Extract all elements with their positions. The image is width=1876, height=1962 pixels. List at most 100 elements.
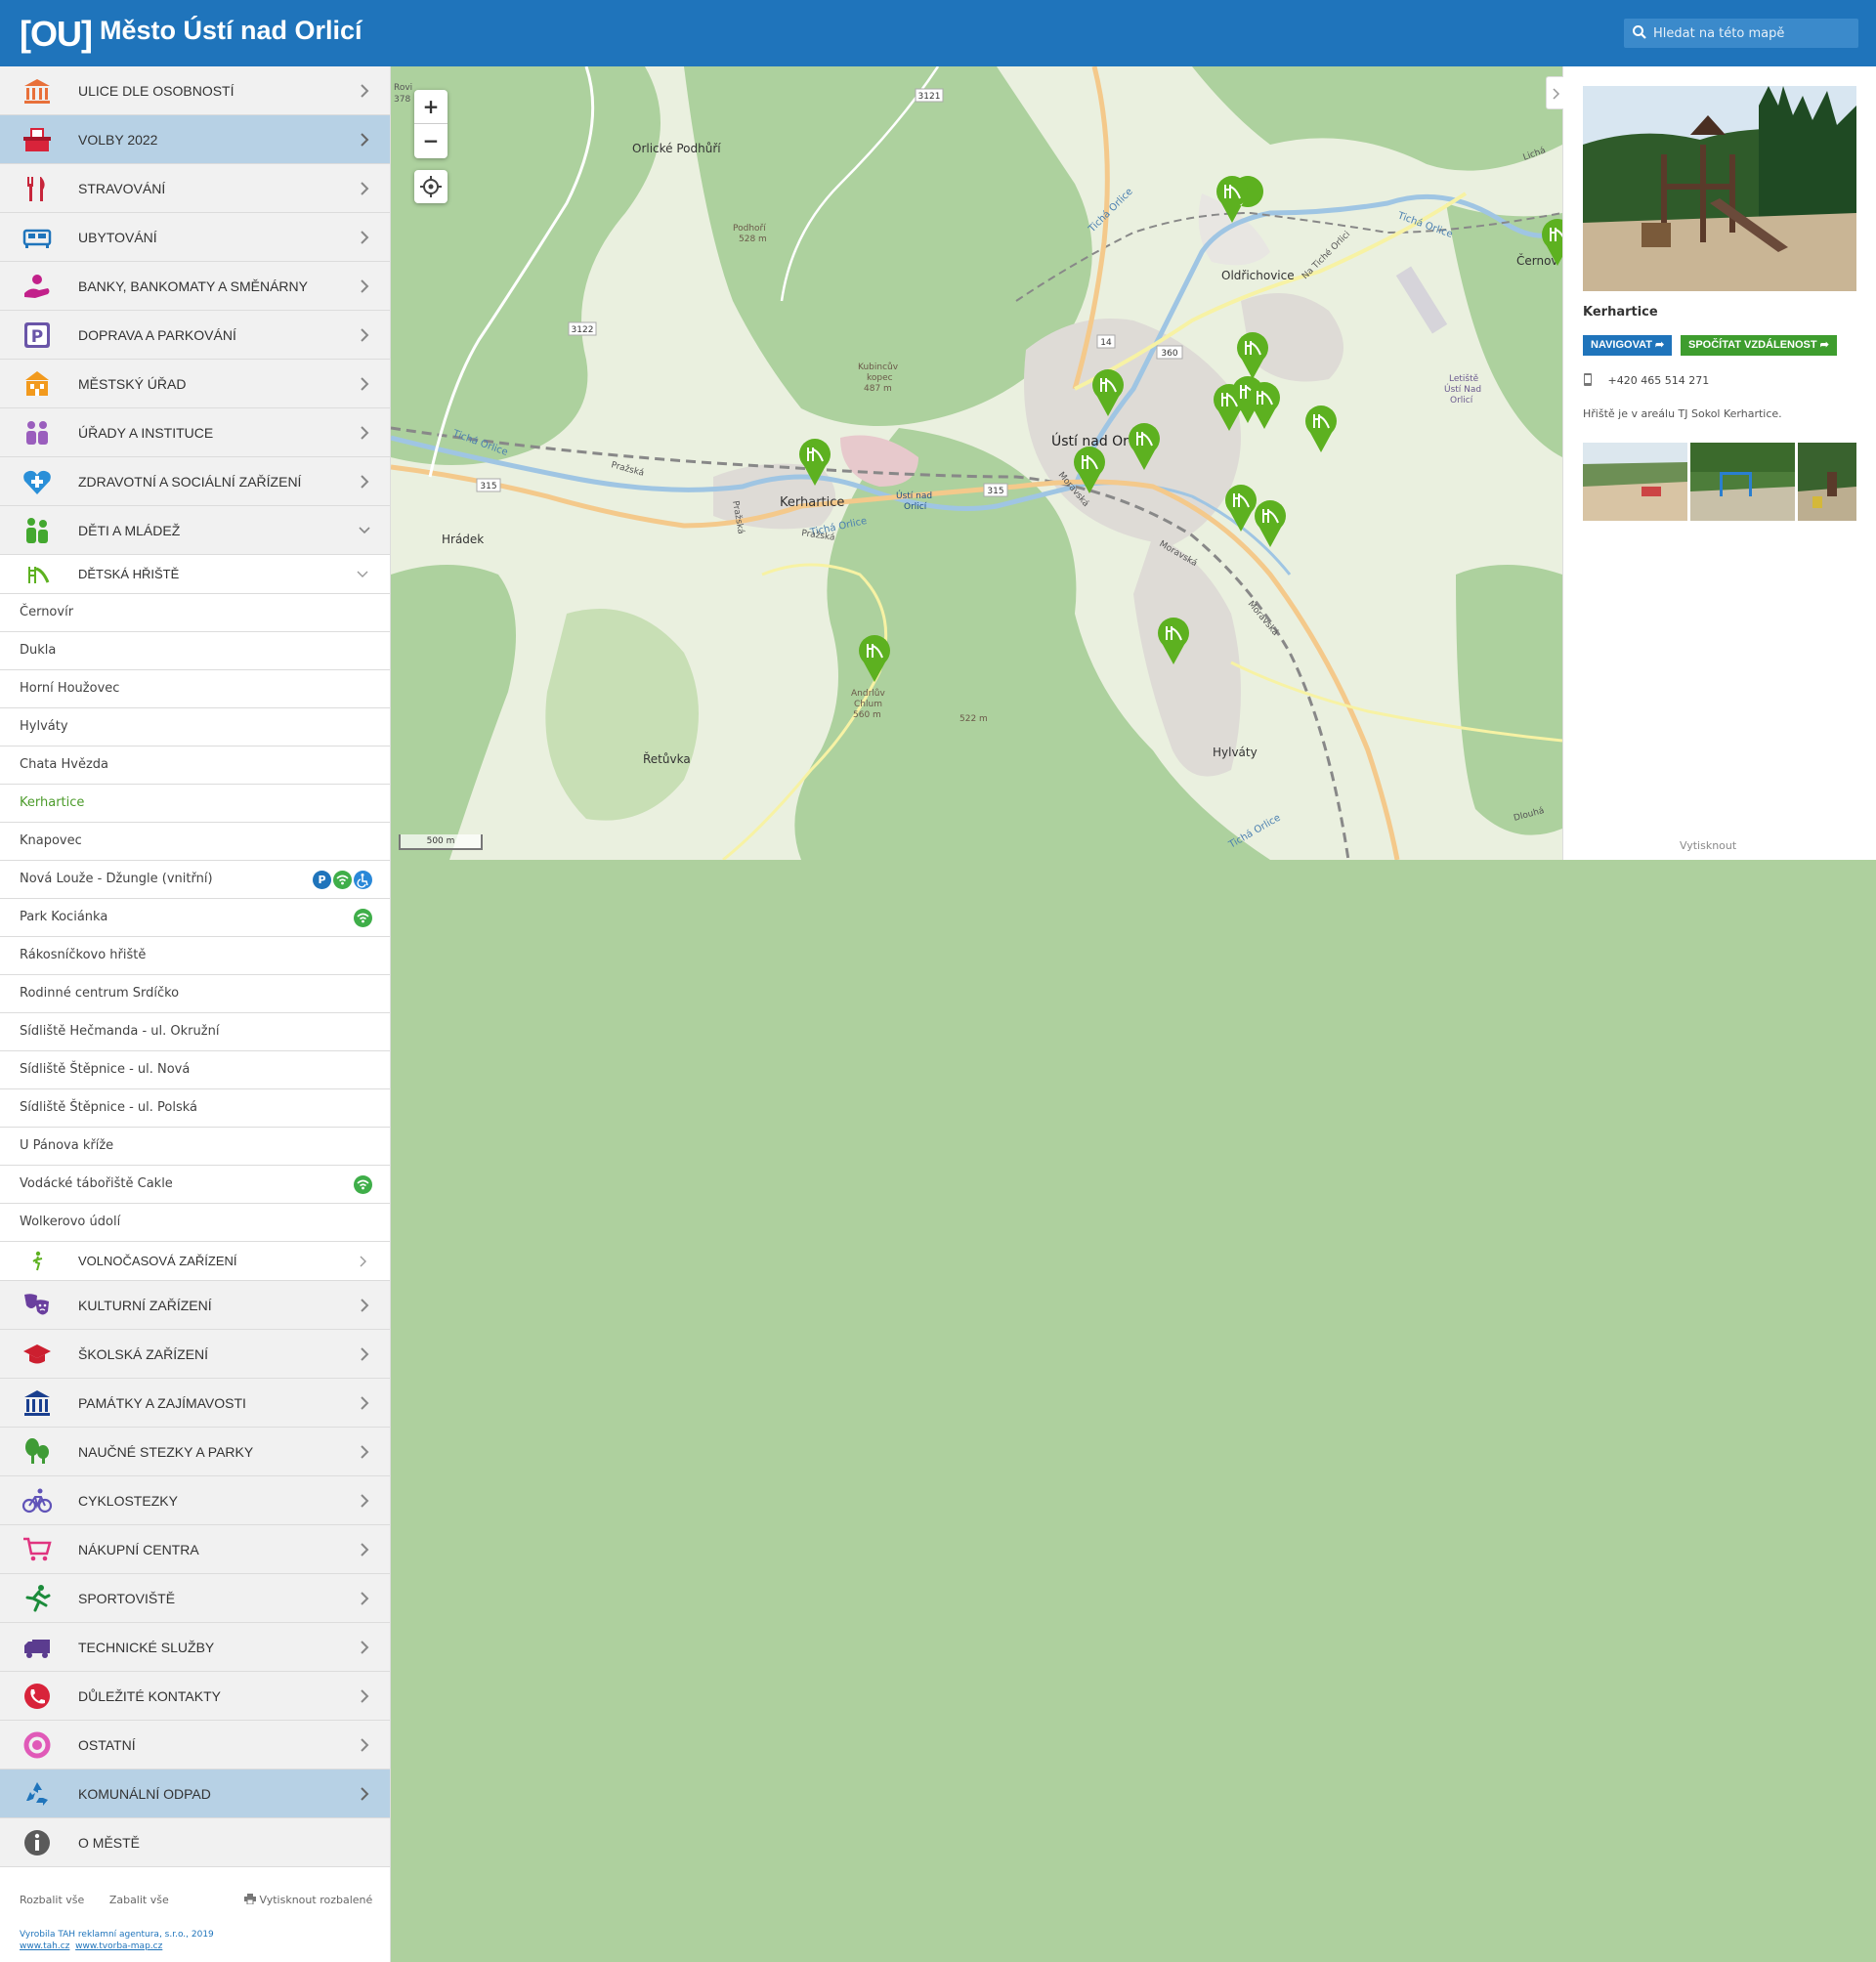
cat-ulice-dle-osobnosti[interactable]: ULICE DLE OSOBNOSTÍ [0, 66, 390, 115]
list-item-active[interactable]: Kerhartice [0, 785, 390, 823]
expand-all-link[interactable]: Rozbalit vše [20, 1894, 84, 1906]
road-number: 3121 [918, 92, 941, 102]
map-canvas[interactable]: Orlické Podhůří Oldřichovice Kerhartice … [391, 66, 1562, 860]
cat-volby-2022[interactable]: VOLBY 2022 [0, 115, 390, 164]
fork-knife-icon [27, 177, 45, 201]
cat-ostatni[interactable]: OSTATNÍ [0, 1721, 390, 1770]
list-item[interactable]: U Pánova kříže [0, 1128, 390, 1166]
chevron-right-icon [361, 1641, 369, 1654]
credit-link-tvorba[interactable]: www.tvorba-map.cz [75, 1941, 162, 1951]
category-label: OSTATNÍ [78, 1737, 136, 1753]
list-item[interactable]: Sídliště Štěpnice - ul. Polská [0, 1089, 390, 1128]
printer-icon [244, 1894, 256, 1905]
list-item[interactable]: Dukla [0, 632, 390, 670]
zoom-in-button[interactable]: + [414, 90, 448, 124]
list-item[interactable]: Sídliště Štěpnice - ul. Nová [0, 1051, 390, 1089]
list-item[interactable]: Horní Houžovec [0, 670, 390, 708]
station-label: Orlicí [904, 502, 927, 512]
list-item[interactable]: Park Kociánka [0, 899, 390, 937]
search-input[interactable] [1653, 19, 1854, 48]
phone-icon [24, 1684, 50, 1709]
map-label: Kerhartice [780, 495, 844, 510]
columns-icon [24, 1390, 50, 1416]
chevron-right-icon [361, 1738, 369, 1752]
cat-komunalni-odpad[interactable]: KOMUNÁLNÍ ODPAD [0, 1770, 390, 1818]
cat-nakupni-centra[interactable]: NÁKUPNÍ CENTRA [0, 1525, 390, 1574]
gallery-thumb[interactable] [1690, 443, 1795, 521]
list-item[interactable]: Wolkerovo údolí [0, 1204, 390, 1242]
credit-link-tah[interactable]: www.tah.cz [20, 1941, 69, 1951]
gallery-thumb[interactable] [1798, 443, 1856, 521]
road-number: 14 [1100, 338, 1112, 348]
category-label: KULTURNÍ ZAŘÍZENÍ [78, 1298, 212, 1313]
peak-elevation: 487 m [864, 384, 892, 394]
peak-elevation: 528 m [739, 235, 767, 244]
subcategory-label: VOLNOČASOVÁ ZAŘÍZENÍ [78, 1254, 237, 1268]
cat-zdravotni[interactable]: ZDRAVOTNÍ A SOCIÁLNÍ ZAŘÍZENÍ [0, 457, 390, 506]
map-tiles: Orlické Podhůří Oldřichovice Kerhartice … [391, 66, 1562, 860]
item-label: Nová Louže - Džungle (vnitřní) [20, 872, 213, 886]
heart-cross-icon [23, 470, 51, 494]
gallery-thumb[interactable] [1583, 443, 1687, 521]
list-item[interactable]: Sídliště Hečmanda - ul. Okružní [0, 1013, 390, 1051]
subcat-detska-hriste[interactable]: DĚTSKÁ HŘIŠTĚ [0, 555, 390, 594]
cat-doprava[interactable]: P DOPRAVA A PARKOVÁNÍ [0, 311, 390, 360]
cat-cyklostezky[interactable]: CYKLOSTEZKY [0, 1476, 390, 1525]
feature-badges [354, 909, 372, 927]
cat-kulturni-zarizeni[interactable]: KULTURNÍ ZAŘÍZENÍ [0, 1281, 390, 1330]
category-label: ÚŘADY A INSTITUCE [78, 425, 214, 441]
distance-label: SPOČÍTAT VZDÁLENOST [1688, 339, 1817, 351]
cat-o-meste[interactable]: O MĚSTĚ [0, 1818, 390, 1867]
city-logo[interactable]: [OU] [20, 14, 93, 55]
cat-technicke-sluzby[interactable]: TECHNICKÉ SLUŽBY [0, 1623, 390, 1672]
cat-skolska-zarizeni[interactable]: ŠKOLSKÁ ZAŘÍZENÍ [0, 1330, 390, 1379]
cat-urady-a-instituce[interactable]: ÚŘADY A INSTITUCE [0, 408, 390, 457]
category-label: DOPRAVA A PARKOVÁNÍ [78, 327, 236, 343]
navigate-button[interactable]: NAVIGOVAT ➦ [1583, 335, 1673, 356]
mobile-phone-icon [1584, 373, 1592, 386]
cat-stravovani[interactable]: STRAVOVÁNÍ [0, 164, 390, 213]
subcat-volnocasova-zarizeni[interactable]: VOLNOČASOVÁ ZAŘÍZENÍ [0, 1242, 390, 1281]
cat-naucne-stezky[interactable]: NAUČNÉ STEZKY A PARKY [0, 1428, 390, 1476]
category-label: DĚTI A MLÁDEŽ [78, 523, 181, 538]
cat-deti-a-mladez[interactable]: DĚTI A MLÁDEŽ [0, 506, 390, 555]
calculate-distance-button[interactable]: SPOČÍTAT VZDÁLENOST ➦ [1681, 335, 1837, 356]
chevron-right-icon [361, 328, 369, 342]
site-title[interactable]: Město Ústí nad Orlicí [100, 16, 362, 46]
list-item[interactable]: Nová Louže - Džungle (vnitřní) P [0, 861, 390, 899]
phone-number[interactable]: +420 465 514 271 [1608, 374, 1710, 387]
chevron-right-icon [361, 182, 369, 195]
zoom-out-button[interactable]: − [414, 124, 448, 158]
chevron-right-icon [361, 475, 369, 489]
peak-label: Kubincův [858, 362, 899, 372]
collapse-panel-button[interactable] [1546, 76, 1563, 109]
chevron-down-icon [357, 571, 368, 577]
locate-button[interactable] [414, 170, 448, 203]
peak-label: Chlum [854, 700, 882, 709]
category-label: VOLBY 2022 [78, 132, 158, 148]
list-item[interactable]: Hylváty [0, 708, 390, 746]
item-label: Sídliště Štěpnice - ul. Nová [20, 1062, 191, 1077]
item-label: Rodinné centrum Srdíčko [20, 986, 180, 1001]
cat-dulezite-kontakty[interactable]: DŮLEŽITÉ KONTAKTY [0, 1672, 390, 1721]
cat-sportoviste[interactable]: SPORTOVIŠTĚ [0, 1574, 390, 1623]
collapse-all-link[interactable]: Zabalit vše [109, 1894, 169, 1906]
list-item[interactable]: Černovír [0, 594, 390, 632]
cat-mestsky-urad[interactable]: MĚSTSKÝ ÚŘAD [0, 360, 390, 408]
category-label: UBYTOVÁNÍ [78, 230, 157, 245]
search-box[interactable] [1624, 19, 1858, 48]
print-expanded-link[interactable]: Vytisknout rozbalené [244, 1894, 372, 1906]
chevron-right-icon [361, 133, 369, 147]
cat-pamatky[interactable]: PAMÁTKY A ZAJÍMAVOSTI [0, 1379, 390, 1428]
category-label: MĚSTSKÝ ÚŘAD [78, 376, 187, 392]
print-link[interactable]: Vytisknout [1680, 839, 1736, 852]
list-item[interactable]: Vodácké tábořiště Cakle [0, 1166, 390, 1204]
list-item[interactable]: Chata Hvězda [0, 746, 390, 785]
list-item[interactable]: Rákosníčkovo hřiště [0, 937, 390, 975]
list-item[interactable]: Knapovec [0, 823, 390, 861]
cat-ubytovani[interactable]: UBYTOVÁNÍ [0, 213, 390, 262]
cat-banky[interactable]: BANKY, BANKOMATY A SMĚNÁRNY [0, 262, 390, 311]
ballot-box-icon [23, 128, 51, 151]
playground-photo[interactable] [1583, 86, 1856, 291]
list-item[interactable]: Rodinné centrum Srdíčko [0, 975, 390, 1013]
